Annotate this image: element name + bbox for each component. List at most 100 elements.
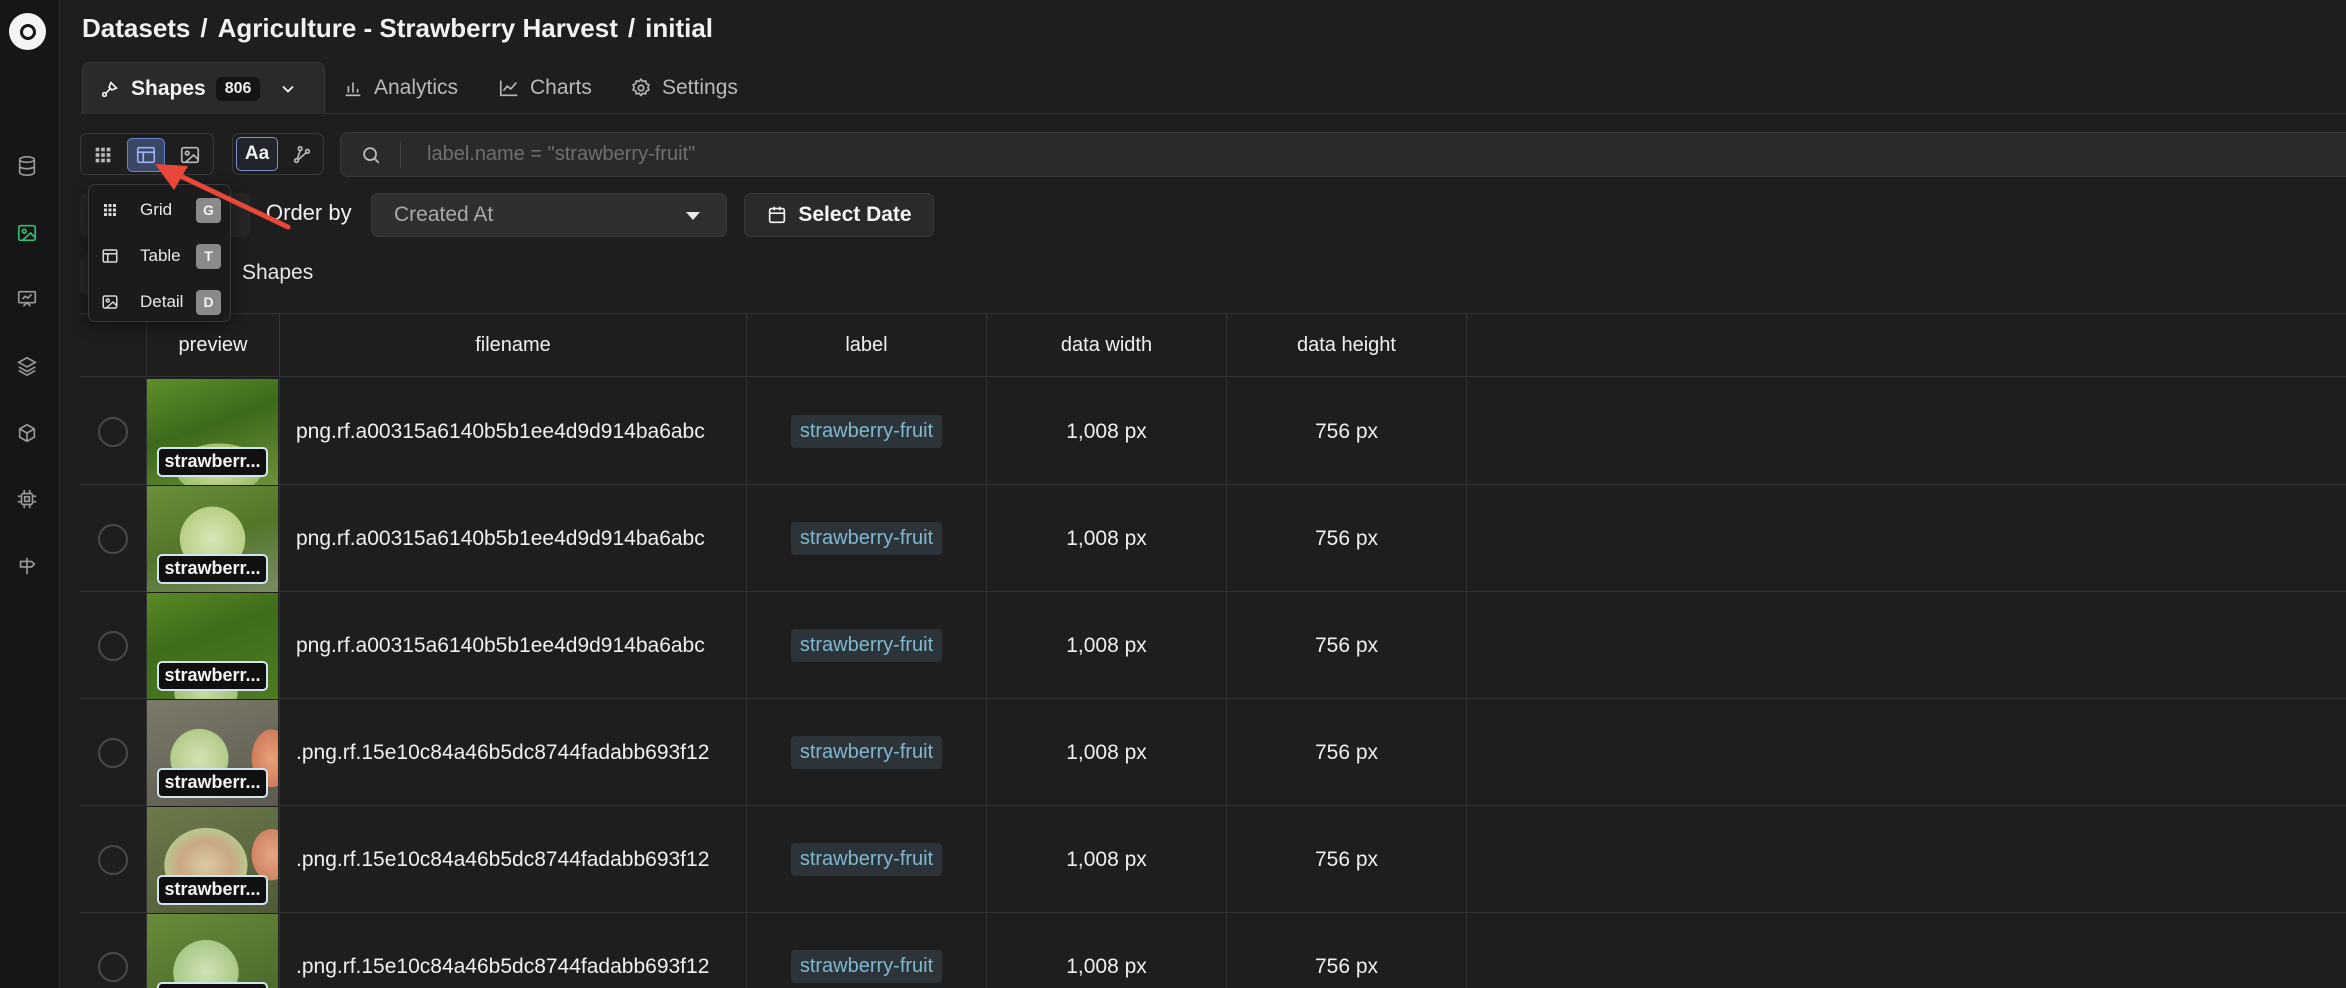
order-by-select[interactable]: Created At (371, 193, 727, 237)
signpost-icon[interactable] (15, 554, 39, 578)
data-height-cell: 756 px (1227, 378, 1467, 485)
data-width-value: 1,008 px (1066, 419, 1147, 443)
label-chip[interactable]: strawberry-fruit (790, 950, 943, 983)
data-width-value: 1,008 px (1066, 633, 1147, 657)
filename-cell: png.rf.a00315a6140b5b1ee4d9d914ba6abc (280, 485, 747, 592)
grid-icon (95, 147, 111, 163)
label-chip[interactable]: strawberry-fruit (790, 415, 943, 448)
table-row[interactable]: strawberr... .png.rf.15e10c84a46b5dc8744f… (80, 806, 2346, 913)
preview-cell[interactable]: strawberr... (147, 485, 280, 592)
database-icon[interactable] (15, 154, 39, 178)
preview-thumbnail[interactable]: strawberr... (147, 378, 278, 485)
filename-text: png.rf.a00315a6140b5b1ee4d9d914ba6abc (296, 419, 705, 443)
select-cell (80, 485, 147, 592)
caret-down-icon (686, 212, 700, 220)
data-height-cell: 756 px (1227, 699, 1467, 806)
chevron-down-icon[interactable] (278, 79, 298, 99)
breadcrumb-version[interactable]: initial (645, 13, 713, 44)
filename-text: .png.rf.15e10c84a46b5dc8744fadabb693f12 (296, 847, 710, 871)
preview-thumbnail[interactable]: strawberr... (147, 485, 278, 592)
shortcut-key: T (196, 243, 221, 269)
column-header-data-width[interactable]: data width (987, 314, 1227, 377)
table-row[interactable]: strawberr... png.rf.a00315a6140b5b1ee4d9d… (80, 485, 2346, 592)
data-height-value: 756 px (1314, 526, 1379, 550)
preview-thumbnail[interactable]: strawberr... (147, 913, 278, 988)
data-height-cell: 756 px (1227, 485, 1467, 592)
table-row[interactable]: strawberr... .png.rf.15e10c84a46b5dc8744f… (80, 913, 2346, 988)
data-width-value: 1,008 px (1066, 740, 1147, 764)
search-icon (341, 141, 401, 168)
preview-thumbnail[interactable]: strawberr... (147, 699, 278, 806)
label-chip[interactable]: strawberry-fruit (790, 843, 943, 876)
preview-label-tag: strawberr... (157, 553, 268, 584)
menu-item-table[interactable]: Table T (89, 235, 230, 277)
grid-view-button[interactable] (84, 138, 122, 172)
row-select-radio[interactable] (98, 737, 128, 768)
breadcrumb-dataset[interactable]: Agriculture - Strawberry Harvest (218, 13, 618, 44)
preview-cell[interactable]: strawberr... (147, 592, 280, 699)
tab-shapes-label: Shapes (131, 76, 206, 100)
filename-text: .png.rf.15e10c84a46b5dc8744fadabb693f12 (296, 740, 710, 764)
tab-shapes[interactable]: Shapes 806 (82, 62, 325, 114)
select-cell (80, 592, 147, 699)
preview-label-tag: strawberr... (157, 874, 268, 905)
data-height-value: 756 px (1314, 633, 1379, 657)
select-cell (80, 699, 147, 806)
layers-icon[interactable] (15, 354, 39, 378)
tab-settings[interactable]: Settings (630, 62, 738, 114)
label-chip[interactable]: strawberry-fruit (790, 629, 943, 662)
select-date-button[interactable]: Select Date (744, 193, 934, 237)
row-select-radio[interactable] (98, 630, 128, 661)
search-bar (340, 132, 2346, 177)
data-width-cell: 1,008 px (987, 485, 1227, 592)
label-cell: strawberry-fruit (747, 485, 987, 592)
app-logo[interactable] (9, 13, 46, 50)
shapes-count-badge: 806 (215, 76, 261, 101)
tab-analytics[interactable]: Analytics (342, 62, 458, 114)
data-width-value: 1,008 px (1066, 847, 1147, 871)
column-header-preview[interactable]: preview (147, 314, 280, 377)
search-input[interactable] (427, 143, 2227, 166)
line-chart-icon (499, 80, 518, 97)
column-header-filename[interactable]: filename (280, 314, 747, 377)
preview-label-tag: strawberr... (157, 446, 268, 477)
table-row[interactable]: strawberr... png.rf.a00315a6140b5b1ee4d9d… (80, 378, 2346, 485)
filename-cell: .png.rf.15e10c84a46b5dc8744fadabb693f12 (280, 806, 747, 913)
table-row[interactable]: strawberr... .png.rf.15e10c84a46b5dc8744f… (80, 699, 2346, 806)
data-width-cell: 1,008 px (987, 913, 1227, 988)
preview-cell[interactable]: strawberr... (147, 806, 280, 913)
image-icon[interactable] (15, 221, 39, 245)
preview-cell[interactable]: strawberr... (147, 378, 280, 485)
order-by-value: Created At (394, 203, 494, 226)
select-cell (80, 913, 147, 988)
preview-label-tag: strawberr... (157, 981, 268, 988)
cube-icon[interactable] (15, 421, 39, 445)
calendar-icon (769, 206, 786, 224)
preview-cell[interactable]: strawberr... (147, 699, 280, 806)
chip-icon[interactable] (15, 487, 39, 511)
preview-label-tag: strawberr... (157, 660, 268, 691)
preview-thumbnail[interactable]: strawberr... (147, 806, 278, 913)
row-select-radio[interactable] (98, 951, 128, 982)
menu-item-detail[interactable]: Detail D (89, 281, 230, 323)
preview-thumbnail[interactable]: strawberr... (147, 592, 278, 699)
tab-charts[interactable]: Charts (498, 62, 592, 114)
preview-cell[interactable]: strawberr... (147, 913, 280, 988)
label-chip[interactable]: strawberry-fruit (790, 736, 943, 769)
filename-text: png.rf.a00315a6140b5b1ee4d9d914ba6abc (296, 526, 705, 550)
label-chip[interactable]: strawberry-fruit (790, 522, 943, 555)
breadcrumb-datasets[interactable]: Datasets (82, 13, 190, 44)
preview-label-tag: strawberr... (157, 767, 268, 798)
label-cell: strawberry-fruit (747, 913, 987, 988)
table-row[interactable]: strawberr... png.rf.a00315a6140b5b1ee4d9d… (80, 592, 2346, 699)
column-header-label[interactable]: label (747, 314, 987, 377)
column-header-data-height[interactable]: data height (1227, 314, 1467, 377)
shapes-count-label: Shapes (242, 261, 314, 284)
breadcrumb-separator: / (200, 12, 208, 43)
row-select-radio[interactable] (98, 523, 128, 554)
presentation-icon[interactable] (15, 287, 39, 311)
select-cell (80, 806, 147, 913)
row-select-radio[interactable] (98, 416, 128, 447)
label-cell: strawberry-fruit (747, 699, 987, 806)
row-select-radio[interactable] (98, 844, 128, 875)
